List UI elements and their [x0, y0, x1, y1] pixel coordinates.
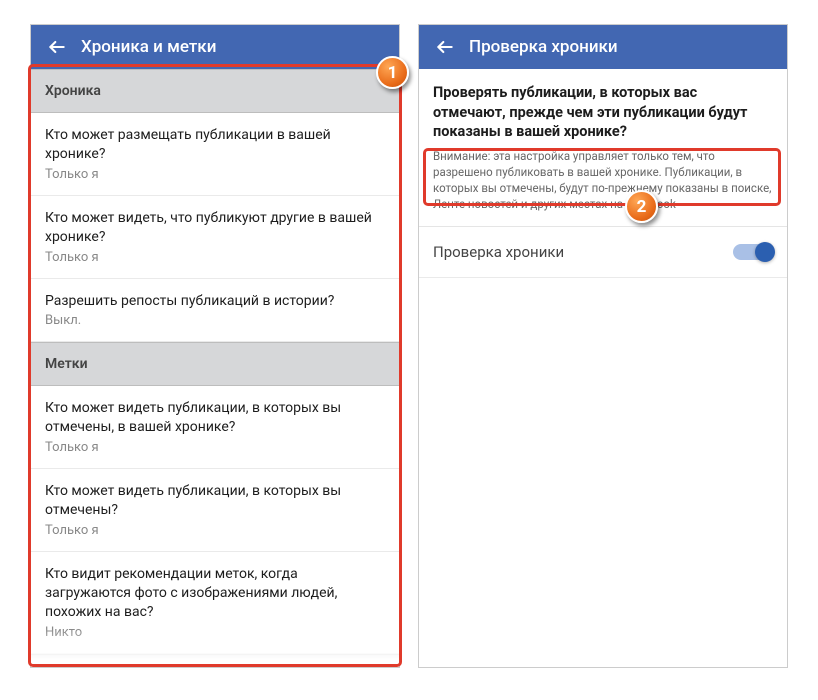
toggle-label: Проверка хроники: [433, 243, 564, 261]
setting-title: Разрешить репосты публикаций в истории?: [45, 292, 385, 311]
back-arrow-icon[interactable]: [41, 31, 73, 63]
annotation-callout-1: 1: [376, 56, 409, 89]
setting-who-can-post[interactable]: Кто может размещать публикации в вашей х…: [31, 113, 399, 196]
setting-value: Выкл.: [45, 313, 385, 328]
setting-value: Никто: [45, 625, 385, 640]
setting-title: Кто может видеть публикации, в которых в…: [45, 399, 385, 437]
page-title-left: Хроника и метки: [81, 37, 216, 57]
page-title-right: Проверка хроники: [469, 37, 618, 57]
setting-value: Только я: [45, 440, 385, 455]
setting-title: Кто может размещать публикации в вашей х…: [45, 126, 385, 164]
section-header-tags: Метки: [31, 342, 399, 386]
app-header-right: Проверка хроники: [419, 25, 787, 69]
phone-screen-right: Проверка хроники Проверять публикации, в…: [418, 24, 788, 668]
setting-title: Кто может видеть публикации, в которых в…: [45, 482, 385, 520]
section-header-timeline: Хроника: [31, 69, 399, 113]
setting-who-sees-others[interactable]: Кто может видеть, что публикуют другие в…: [31, 196, 399, 279]
timeline-review-toggle-row[interactable]: Проверка хроники: [419, 227, 787, 278]
setting-value: Только я: [45, 523, 385, 538]
setting-who-sees-tagged[interactable]: Кто может видеть публикации, в которых в…: [31, 469, 399, 552]
review-heading: Проверять публикации, в которых вас отме…: [419, 69, 787, 148]
phone-screen-left: Хроника и метки Хроника Кто может размещ…: [30, 24, 400, 668]
setting-allow-reposts[interactable]: Разрешить репосты публикаций в истории? …: [31, 279, 399, 343]
setting-value: Только я: [45, 250, 385, 265]
timeline-review-toggle[interactable]: [733, 244, 773, 260]
setting-title: Кто может видеть, что публикуют другие в…: [45, 209, 385, 247]
setting-tag-suggestions[interactable]: Кто видит рекомендации меток, когда загр…: [31, 552, 399, 654]
toggle-knob: [755, 242, 775, 262]
setting-title: Кто видит рекомендации меток, когда загр…: [45, 565, 385, 622]
setting-value: Только я: [45, 167, 385, 182]
settings-content-right: Проверять публикации, в которых вас отме…: [419, 69, 787, 667]
settings-content-left: Хроника Кто может размещать публикации в…: [31, 69, 399, 667]
app-header-left: Хроника и метки: [31, 25, 399, 69]
review-description: Внимание: эта настройка управляет только…: [419, 148, 787, 227]
annotation-callout-2: 2: [625, 190, 658, 223]
setting-who-sees-tagged-timeline[interactable]: Кто может видеть публикации, в которых в…: [31, 386, 399, 469]
back-arrow-icon[interactable]: [429, 31, 461, 63]
section-header-review: Проверка: [31, 654, 399, 667]
